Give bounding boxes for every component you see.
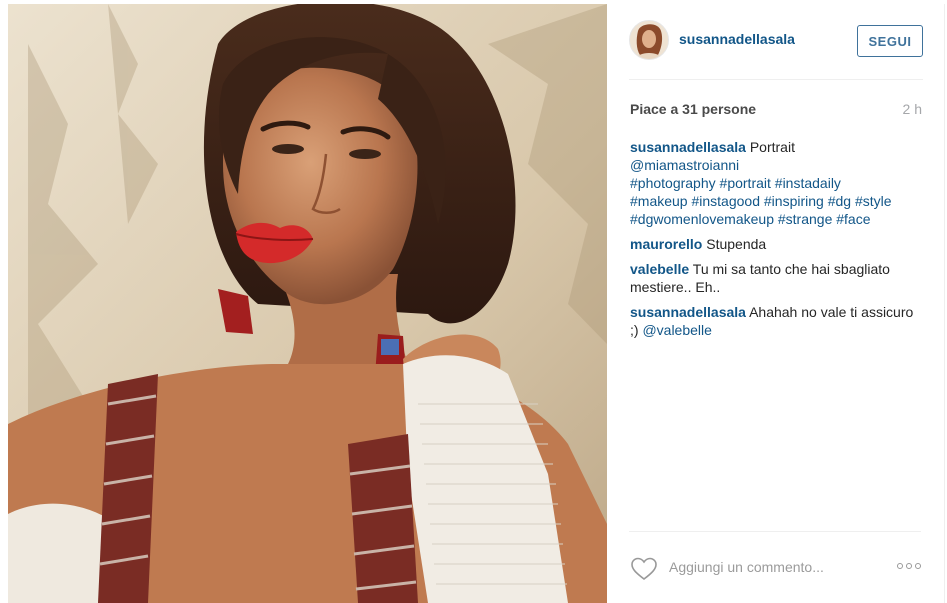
hashtag-link[interactable]: #dg (828, 193, 851, 209)
like-button[interactable] (630, 557, 658, 581)
likes-row: Piace a 31 persone 2 h (630, 101, 922, 119)
post-side-panel: susannadellasala SEGUI Piace a 31 person… (607, 0, 947, 603)
comments-list: susannadellasala Portrait @miamastroiann… (630, 138, 917, 346)
hashtag-link[interactable]: #inspiring (764, 193, 824, 209)
mention-link[interactable]: @valebelle (642, 322, 711, 338)
hashtag-link[interactable]: #portrait (720, 175, 771, 191)
post-header: susannadellasala SEGUI (629, 4, 923, 80)
post-photo[interactable] (8, 4, 607, 603)
more-options-button[interactable] (897, 562, 921, 570)
comment: maurorello Stupenda (630, 235, 917, 253)
avatar[interactable] (629, 20, 669, 60)
more-options-icon (915, 563, 921, 569)
comment-text: Stupenda (706, 236, 767, 252)
hashtag-link[interactable]: #face (836, 211, 870, 227)
hashtag-link[interactable]: #instadaily (775, 175, 841, 191)
add-comment-row (629, 531, 921, 603)
hashtag-link[interactable]: #photography (630, 175, 716, 191)
mention-link[interactable]: @miamastroianni (630, 157, 739, 173)
post-container: susannadellasala SEGUI Piace a 31 person… (0, 0, 947, 603)
comment-input[interactable] (669, 556, 889, 578)
panel-divider (944, 4, 945, 603)
comment-username[interactable]: susannadellasala (630, 304, 746, 320)
hashtag-link[interactable]: #makeup (630, 193, 688, 209)
hashtag-link[interactable]: #style (855, 193, 892, 209)
comment-username[interactable]: valebelle (630, 261, 689, 277)
portrait-photo (8, 4, 607, 603)
hashtag-link[interactable]: #dgwomenlovemakeup (630, 211, 774, 227)
comment: valebelle Tu mi sa tanto che hai sbaglia… (630, 260, 917, 296)
likes-count[interactable]: Piace a 31 persone (630, 101, 756, 117)
more-options-icon (906, 563, 912, 569)
more-options-icon (897, 563, 903, 569)
follow-button[interactable]: SEGUI (857, 25, 923, 57)
author-username-link[interactable]: susannadellasala (679, 31, 795, 47)
comment-text: Portrait (749, 139, 795, 155)
comment-username[interactable]: maurorello (630, 236, 702, 252)
post-time[interactable]: 2 h (903, 101, 922, 117)
comment: susannadellasala Ahahah no vale ti assic… (630, 303, 917, 339)
comment-username[interactable]: susannadellasala (630, 139, 746, 155)
heart-outline-icon (631, 557, 657, 581)
hashtag-link[interactable]: #instagood (691, 193, 760, 209)
avatar-image (630, 21, 668, 59)
hashtag-link[interactable]: #strange (778, 211, 832, 227)
comment-caption: susannadellasala Portrait @miamastroiann… (630, 138, 917, 228)
